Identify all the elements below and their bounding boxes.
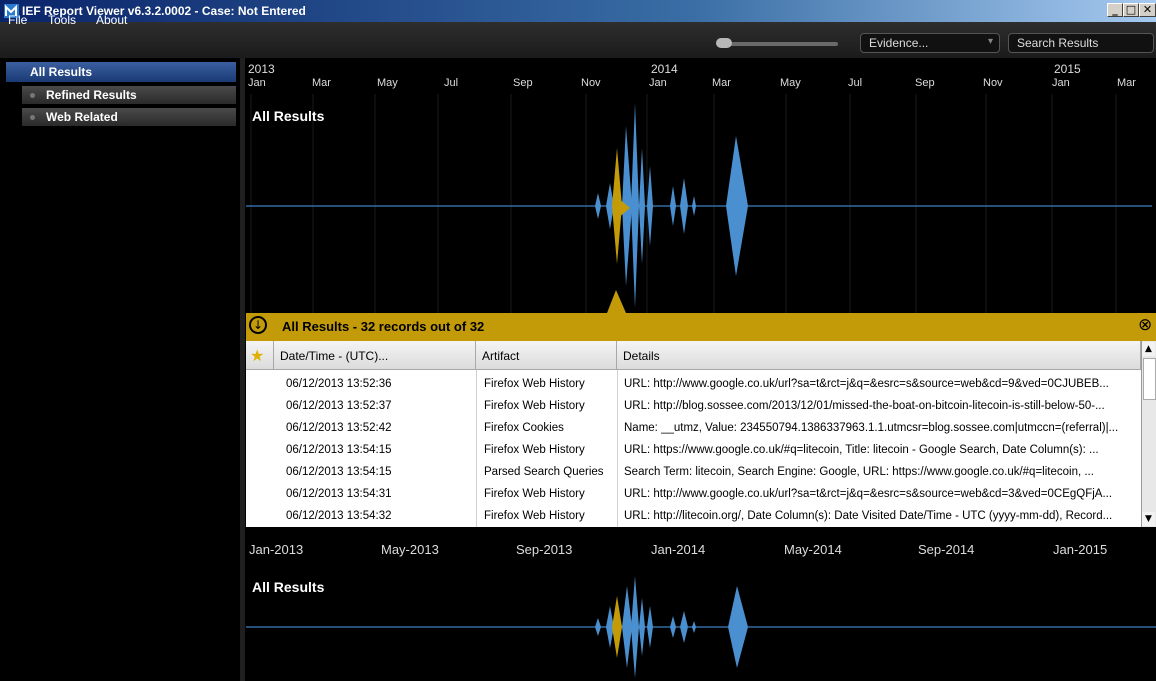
timeline-gridlines xyxy=(246,94,1152,313)
star-icon: ★ xyxy=(250,346,265,365)
results-title: All Results - 32 records out of 32 xyxy=(282,319,485,334)
row-artifact: Parsed Search Queries xyxy=(484,466,604,478)
year-label: 2013 xyxy=(248,62,275,76)
row-details: URL: http://blog.sossee.com/2013/12/01/m… xyxy=(624,400,1105,412)
evidence-dropdown-value: Evidence... xyxy=(869,36,929,50)
sidebar-item-label: Web Related xyxy=(46,110,118,124)
row-details: URL: http://litecoin.org/, Date Column(s… xyxy=(624,510,1113,522)
row-details: Search Term: litecoin, Search Engine: Go… xyxy=(624,466,1094,478)
zoom-slider-thumb[interactable] xyxy=(716,38,732,48)
month-label: Nov xyxy=(581,77,601,89)
overview-axis-label: Jan-2014 xyxy=(651,542,706,557)
row-artifact: Firefox Web History xyxy=(484,488,585,500)
row-date: 06/12/2013 13:54:15 xyxy=(286,444,392,456)
timeline-chart-title: All Results xyxy=(252,108,325,124)
scroll-down-icon[interactable]: ▼ xyxy=(1142,512,1155,526)
month-label: Mar xyxy=(712,77,731,89)
favorite-column-header[interactable]: ★ xyxy=(246,341,274,370)
row-date: 06/12/2013 13:54:31 xyxy=(286,488,392,500)
bullet-icon xyxy=(30,93,35,98)
month-label: Jan xyxy=(649,77,667,89)
row-date: 06/12/2013 13:54:15 xyxy=(286,466,392,478)
overview-axis-label: Jan-2013 xyxy=(249,542,304,557)
month-label: Sep xyxy=(513,77,533,89)
month-label: Mar xyxy=(312,77,331,89)
splitter[interactable] xyxy=(240,58,245,681)
column-header-artifact[interactable]: Artifact xyxy=(476,341,617,370)
row-date: 06/12/2013 13:52:37 xyxy=(286,400,392,412)
close-panel-icon[interactable]: ⊗ xyxy=(1138,316,1156,334)
scroll-up-icon[interactable]: ▲ xyxy=(1142,342,1155,356)
evidence-dropdown[interactable]: Evidence... ▾ xyxy=(860,33,1000,53)
month-label: Jul xyxy=(444,77,459,89)
menu-file[interactable]: File xyxy=(8,13,27,27)
row-artifact: Firefox Cookies xyxy=(484,422,564,434)
overview-axis-label: Jan-2015 xyxy=(1053,542,1108,557)
sidebar-item-label: Refined Results xyxy=(46,88,137,102)
month-label: Sep xyxy=(915,77,935,89)
overview-chart-title: All Results xyxy=(252,579,325,595)
search-results-dropdown-value: Search Results xyxy=(1017,36,1099,50)
zoom-slider[interactable] xyxy=(718,42,838,46)
row-artifact: Firefox Web History xyxy=(484,444,585,456)
month-label: Jul xyxy=(848,77,863,89)
row-details: URL: http://www.google.co.uk/url?sa=t&rc… xyxy=(624,378,1109,390)
overview-waveform xyxy=(246,576,1156,678)
month-label: May xyxy=(377,77,398,89)
scrollbar-thumb[interactable] xyxy=(1143,358,1156,400)
month-label: Jan xyxy=(248,77,266,89)
column-header-details[interactable]: Details xyxy=(617,341,1141,370)
row-details: URL: http://www.google.co.uk/url?sa=t&rc… xyxy=(624,488,1113,500)
row-date: 06/12/2013 13:52:36 xyxy=(286,378,392,390)
year-label: 2015 xyxy=(1054,62,1081,76)
month-label: Jan xyxy=(1052,77,1070,89)
row-artifact: Firefox Web History xyxy=(484,400,585,412)
sidebar xyxy=(0,58,240,681)
month-label: Nov xyxy=(983,77,1003,89)
bullet-icon xyxy=(30,115,35,120)
year-label: 2014 xyxy=(651,62,678,76)
overview-axis-label: May-2014 xyxy=(784,542,842,557)
row-artifact: Firefox Web History xyxy=(484,378,585,390)
column-header-datetime[interactable]: Date/Time - (UTC)... xyxy=(274,341,476,370)
month-label: Mar xyxy=(1117,77,1136,89)
chevron-down-icon: ▾ xyxy=(987,36,993,47)
overview-axis-label: Sep-2014 xyxy=(918,542,975,557)
month-label: May xyxy=(780,77,801,89)
close-window-button[interactable]: ✕ xyxy=(1139,3,1156,17)
row-details: URL: https://www.google.co.uk/#q=litecoi… xyxy=(624,444,1099,456)
sidebar-item-label: All Results xyxy=(30,65,93,79)
search-results-dropdown[interactable]: Search Results xyxy=(1008,33,1154,53)
menu-tools[interactable]: Tools xyxy=(48,13,76,27)
row-date: 06/12/2013 13:52:42 xyxy=(286,422,392,434)
minimize-button[interactable]: _ xyxy=(1107,3,1123,17)
row-date: 06/12/2013 13:54:32 xyxy=(286,510,392,522)
overview-axis-label: Sep-2013 xyxy=(516,542,573,557)
overview-axis-label: May-2013 xyxy=(381,542,439,557)
row-artifact: Firefox Web History xyxy=(484,510,585,522)
maximize-button[interactable]: □ xyxy=(1123,3,1139,17)
menu-about[interactable]: About xyxy=(96,13,127,27)
row-details: Name: __utmz, Value: 234550794.138633796… xyxy=(624,422,1119,434)
collapse-arrow-icon[interactable]: ↓ xyxy=(249,316,267,334)
